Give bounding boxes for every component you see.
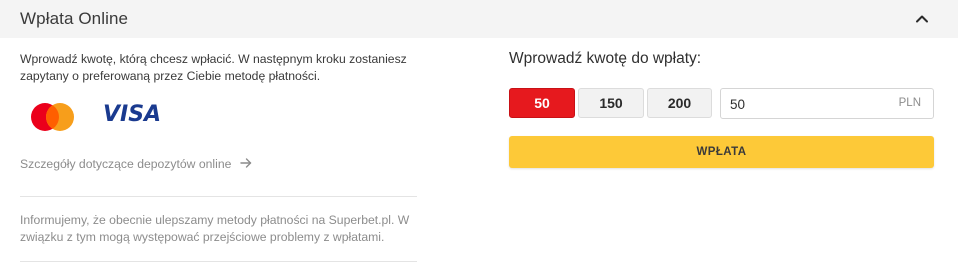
amount-button-200[interactable]: 200 <box>647 88 712 118</box>
amount-button-50[interactable]: 50 <box>509 88 575 118</box>
intro-text: Wprowadź kwotę, którą chcesz wpłacić. W … <box>20 52 407 83</box>
deposit-details-label: Szczegóły dotyczące depozytów online <box>20 157 232 171</box>
notice-text: Informujemy, że obecnie ulepszamy metody… <box>20 213 410 244</box>
payment-logos: VISA <box>30 100 180 132</box>
amount-label: Wprowadź kwotę do wpłaty: <box>509 50 702 67</box>
currency-label: PLN <box>898 97 921 109</box>
chevron-up-icon[interactable] <box>912 10 932 28</box>
arrow-right-icon <box>240 157 252 171</box>
deposit-submit-button[interactable]: WPŁATA <box>509 136 934 168</box>
amount-field[interactable]: PLN <box>720 88 934 119</box>
section-header[interactable]: Wpłata Online <box>0 0 958 38</box>
mastercard-logo <box>31 103 74 131</box>
divider <box>20 196 417 197</box>
section-title: Wpłata Online <box>20 9 129 28</box>
amount-input[interactable] <box>730 94 870 114</box>
visa-logo: VISA <box>103 102 162 127</box>
deposit-details-link[interactable]: Szczegóły dotyczące depozytów online <box>20 157 252 171</box>
divider <box>20 261 417 262</box>
amount-button-150[interactable]: 150 <box>578 88 644 118</box>
